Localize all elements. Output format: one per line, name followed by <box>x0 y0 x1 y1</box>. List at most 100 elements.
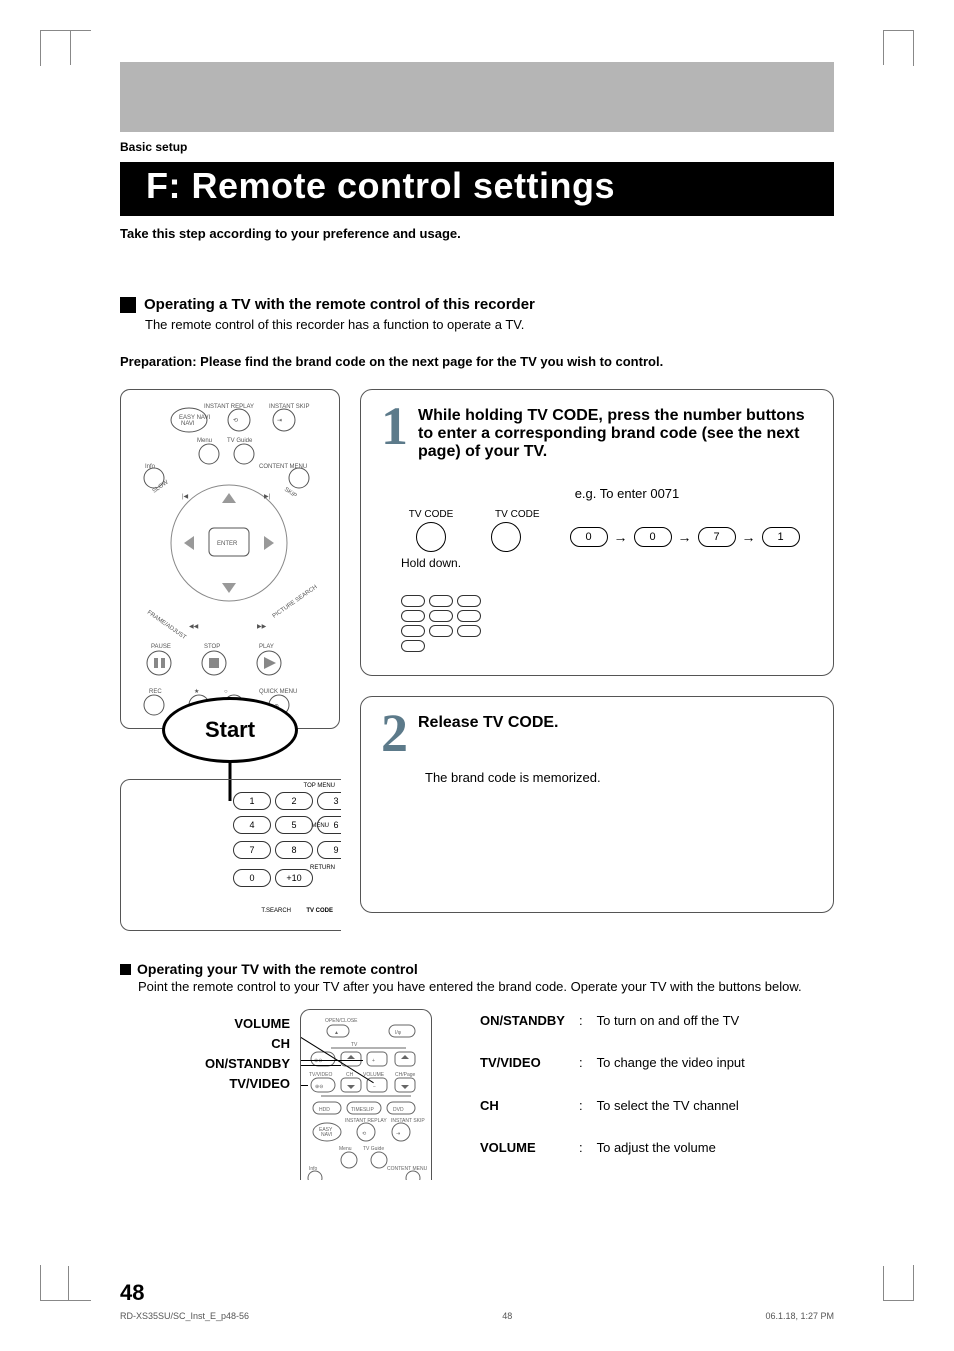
play-label: PLAY <box>259 644 274 650</box>
svg-text:CH: CH <box>346 1072 354 1078</box>
arrow-icon: → <box>678 529 692 545</box>
page-title: F: Remote control settings <box>120 162 834 216</box>
subsection-heading: Operating a TV with the remote control o… <box>144 296 535 313</box>
function-table: ON/STANDBY:To turn on and off the TV TV/… <box>472 1009 753 1180</box>
footer-right: 06.1.18, 1:27 PM <box>765 1311 834 1321</box>
pause-label: PAUSE <box>151 644 171 650</box>
svg-text:CH/Page: CH/Page <box>395 1072 416 1078</box>
step-2-number: 2 <box>381 712 408 755</box>
footer-line: RD-XS35SU/SC_Inst_E_p48-56 48 06.1.18, 1… <box>120 1311 834 1321</box>
footer-center: 48 <box>502 1311 512 1321</box>
arrow-icon: → <box>614 529 628 545</box>
digit-entry-2: 0 <box>634 527 672 547</box>
table-ch-desc: To select the TV channel <box>591 1096 751 1136</box>
ch-callout-label: CH <box>120 1034 290 1054</box>
svg-text:▲: ▲ <box>334 1030 339 1036</box>
start-callout: Start <box>162 697 298 763</box>
svg-text:NAVI: NAVI <box>321 1132 332 1138</box>
step-1-example: e.g. To enter 0071 <box>441 486 813 501</box>
digit-3: 3 <box>317 792 341 810</box>
section-label: Basic setup <box>120 140 834 154</box>
step-1-title: While holding TV CODE, press the number … <box>418 407 813 461</box>
svg-text:TIMESLIP: TIMESLIP <box>351 1107 374 1113</box>
digit-0: 0 <box>233 869 271 887</box>
subsection-desc: The remote control of this recorder has … <box>145 317 834 332</box>
tv-code-small-label: TV CODE <box>495 509 539 520</box>
footer-left: RD-XS35SU/SC_Inst_E_p48-56 <box>120 1311 249 1321</box>
table-volume-label: VOLUME <box>474 1138 571 1178</box>
content-menu-label: CONTENT MENU <box>259 464 307 470</box>
table-ch-label: CH <box>474 1096 571 1136</box>
svg-text:I/φ: I/φ <box>395 1030 402 1036</box>
table-on-standby-label: ON/STANDBY <box>474 1011 571 1051</box>
digit-8: 8 <box>275 841 313 859</box>
step-1-number: 1 <box>381 405 408 448</box>
svg-text:⇥: ⇥ <box>277 418 282 424</box>
svg-text:⊕⊖: ⊕⊖ <box>314 1058 322 1064</box>
instant-skip-label: INSTANT SKIP <box>269 404 309 410</box>
table-tv-video-label: TV/VIDEO <box>474 1053 571 1093</box>
rec-label: REC <box>149 689 162 695</box>
mini-keypad-diagram <box>401 595 813 652</box>
heading-bullet-small <box>120 964 131 975</box>
page-number: 48 <box>120 1280 144 1306</box>
digit-entry-4: 1 <box>762 527 800 547</box>
svg-text:+: + <box>372 1058 375 1064</box>
heading-bullet <box>120 297 136 313</box>
digit-1: 1 <box>233 792 271 810</box>
svg-text:○: ○ <box>224 689 228 695</box>
enter-label: ENTER <box>217 541 238 547</box>
digit-2: 2 <box>275 792 313 810</box>
svg-text:HDD: HDD <box>319 1107 330 1113</box>
bottom-heading: Operating your TV with the remote contro… <box>137 961 418 977</box>
tv-code-hold-diagram: TV CODE Hold down. <box>401 509 461 570</box>
svg-text:TV/VIDEO: TV/VIDEO <box>309 1072 332 1078</box>
table-on-standby-desc: To turn on and off the TV <box>591 1011 751 1051</box>
step-2-box: 2 Release TV CODE. The brand code is mem… <box>360 696 834 913</box>
menu-label: Menu <box>197 438 212 444</box>
tv-remote-diagram: OPEN/CLOSE ▲ I/φ TV ⊕⊖ + TV/VIDEO CH VO <box>300 1009 432 1180</box>
digit-6: 6 <box>317 816 341 834</box>
svg-text:INSTANT SKIP: INSTANT SKIP <box>391 1118 425 1124</box>
remote-diagram-keypad: TOP MENU MENU RETURN T.SEARCH TV CODE 12… <box>120 779 341 931</box>
skip-label: SKIP <box>283 487 298 500</box>
bottom-desc: Point the remote control to your TV afte… <box>138 979 834 994</box>
digit-5: 5 <box>275 816 313 834</box>
header-grey-band <box>120 62 834 132</box>
svg-text:OPEN/CLOSE: OPEN/CLOSE <box>325 1018 358 1024</box>
svg-text:★: ★ <box>194 688 199 695</box>
svg-text:|◀: |◀ <box>182 494 189 500</box>
frame-adjust-label: FRAME/ADJUST <box>146 610 187 641</box>
table-volume-desc: To adjust the volume <box>591 1138 751 1178</box>
svg-text:−: − <box>373 1084 376 1090</box>
remote-diagram-upper: INSTANT REPLAY INSTANT SKIP EASY NAVI NA… <box>120 389 340 729</box>
svg-text:⟲: ⟲ <box>233 418 238 424</box>
svg-text:⇥: ⇥ <box>396 1131 400 1137</box>
digits-sequence: 0 → 0 → 7 → 1 <box>570 527 800 547</box>
callout-labels-column: VOLUME CH ON/STANDBY TV/VIDEO <box>120 1009 290 1180</box>
digit-9: 9 <box>317 841 341 859</box>
tv-code-label: TV CODE <box>306 908 333 914</box>
volume-callout-label: VOLUME <box>120 1014 290 1034</box>
preparation-text: Preparation: Please find the brand code … <box>120 354 834 369</box>
svg-text:▶▶: ▶▶ <box>257 624 267 630</box>
digit-plus10: +10 <box>275 869 313 887</box>
digit-7: 7 <box>233 841 271 859</box>
quick-menu-label: QUICK MENU <box>259 689 297 695</box>
svg-text:DVD: DVD <box>393 1107 404 1113</box>
svg-text:TV Guide: TV Guide <box>363 1146 384 1152</box>
svg-text:CONTENT MENU: CONTENT MENU <box>387 1166 428 1172</box>
tv-video-callout-label: TV/VIDEO <box>120 1074 290 1094</box>
tv-guide-label: TV Guide <box>227 438 253 444</box>
stop-label: STOP <box>204 644 220 650</box>
digit-entry-1: 0 <box>570 527 608 547</box>
svg-text:◀◀: ◀◀ <box>189 624 199 630</box>
svg-text:NAVI: NAVI <box>181 421 195 427</box>
svg-text:Menu: Menu <box>339 1146 352 1152</box>
intro-text: Take this step according to your prefere… <box>120 226 834 241</box>
step-2-title: Release TV CODE. <box>418 714 813 732</box>
svg-text:⟲: ⟲ <box>362 1131 367 1137</box>
arrow-icon: → <box>742 529 756 545</box>
on-standby-callout-label: ON/STANDBY <box>120 1054 290 1074</box>
digit-entry-3: 7 <box>698 527 736 547</box>
